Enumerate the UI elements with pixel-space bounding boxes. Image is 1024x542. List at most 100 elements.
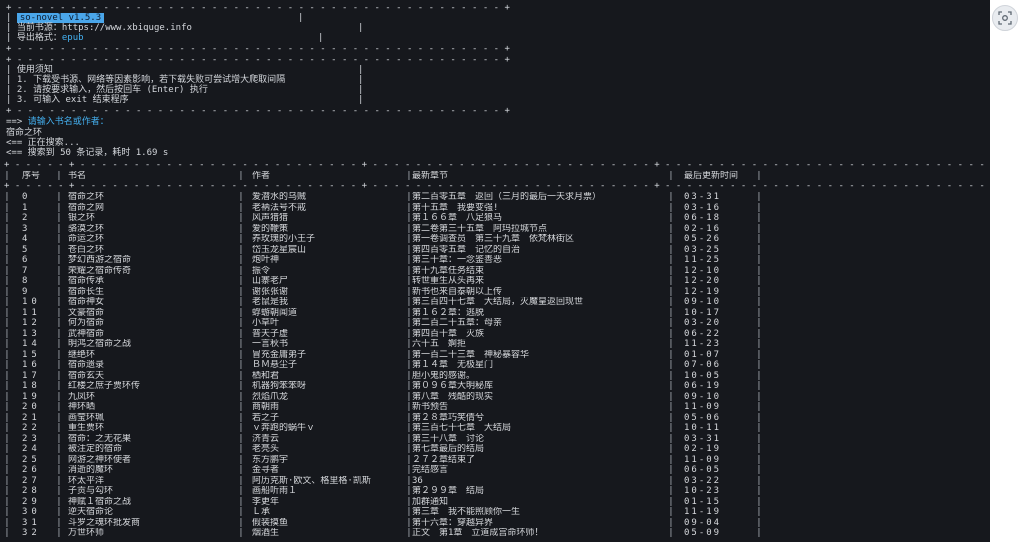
row-author: 烈焰爪龙 [252,391,289,402]
prompt-input[interactable]: 宿命之环 [6,128,42,138]
row-author: 济青云 [252,433,280,444]
row-updated: 05-09 [684,528,722,538]
format-label: 导出格式： [16,33,62,43]
table-row: | 17 | 宿命玄天 | 栖和君 | 胆小鬼的感谢。 | 10-05 | [4,370,762,381]
table-row: | 30 | 逆天宿命论 | Ｌ承 | 第三章 我不能照顾你一生 | 11-19 | [4,507,762,517]
table-row: | 20 | 神环晒 | 商朝雨 | 新书预告 | 11-09 | [4,402,762,412]
row-updated: 02-19 [684,444,722,454]
row-chapter: 第一卷调查员 第三十九章 依梵林街区 [412,234,575,244]
row-updated: 10-23 [684,486,722,496]
row-updated: 03-25 [684,244,722,255]
table-row: | 1 | 宿命之网 | 老衲法号不戒 | 第十五章 我要变强! | 03-16 | [4,202,762,213]
row-author: 风声猎猎 [252,213,289,223]
row-author: 栖和君 [252,370,280,381]
row-author: 机器狗笨笨呀 [252,381,307,391]
notice-item: | 1. 下载受书源、网络等因素影响，若下载失败可尝试增大爬取间隔 | [6,75,364,85]
row-author: 假装摸鱼 [252,517,289,528]
row-book: 画莹环珮 [68,412,105,423]
row-updated: 11-09 [684,402,722,412]
row-author: 谢张张谢 [252,286,289,297]
row-index: 17 [22,370,41,381]
table-row: | 23 | 宿命：之无花果 | 济青云 | 第三十八章 讨论 | 03-31 | [4,433,762,444]
row-author: 爱潜水的乌贼 [252,192,307,202]
row-updated: 11-25 [684,255,722,265]
row-author: 山寨老尸 [252,276,289,286]
row-updated: 06-18 [684,213,722,223]
row-book: 宿命之环 [68,192,105,202]
notice-title-line: | 使用须知 | [6,65,364,75]
row-book: 命运之环 [68,234,105,244]
notice-box-bottom: + - - - - - - - - - - - - - - - - - - - … [6,106,510,116]
header-box-bottom: + - - - - - - - - - - - - - - - - - - - … [6,44,510,54]
row-book: 宿命神女 [68,297,105,307]
row-index: 2 [22,213,32,223]
searching-status: <== 正在搜索... [6,138,80,148]
row-chapter: 第四百零五章 记忆的自治 [412,244,521,255]
row-chapter: 第二百零五章 返回（三月的最后一天求月票） [412,192,602,202]
row-index: 4 [22,234,32,244]
row-book: 神环晒 [68,402,96,412]
table-row: | 13 | 武神宿命 | 普天子虚 | 第四百十章 灭族 | 06-22 | [4,328,762,339]
row-updated: 03-31 [684,192,722,202]
notice-box-top: + - - - - - - - - - - - - - - - - - - - … [6,55,510,65]
row-author: 蜉蝣朝闻道 [252,307,298,318]
row-updated: 09-04 [684,517,722,528]
table-row: | 24 | 被注定的宿命 | 老亮头 | 第七章最后的结局 | 02-19 | [4,444,762,454]
table-row: | 19 | 九凤环 | 烈焰爪龙 | 第八章 残酷的现实 | 09-10 | [4,391,762,402]
row-updated: 06-19 [684,381,722,391]
row-author: 若之子 [252,412,280,423]
row-author: 冒充金庸弟子 [252,349,307,360]
source-url: https://www.xbiquge.info [61,23,192,33]
notice-item: | 2. 请按要求输入，然后按回车 (Enter) 执行 | [6,85,364,95]
terminal-window: + - - - - - - - - - - - - - - - - - - - … [0,0,990,542]
row-updated: 09-10 [684,391,722,402]
table-row: | 14 | 明鸿之宿命之战 | 一言秋书 | 六十五 婀拒 | 11-23 | [4,339,762,349]
search-result-status: <== 搜索到 50 条记录，耗时 1.69 s [6,148,169,158]
row-index: 6 [22,255,32,265]
row-chapter: 第十九章任务结束 [412,265,485,276]
row-book: 万世环师 [68,528,105,538]
table-row: | 27 | 环太平洋 | 阿历克斯·欧文、格里格·凯斯 | 36 | 03-22 | [4,475,762,486]
row-updated: 11-23 [684,339,722,349]
row-book: 文豪宿命 [68,307,105,318]
row-index: 30 [22,507,41,517]
row-book: 被注定的宿命 [68,444,123,454]
row-updated: 07-06 [684,360,722,370]
row-book: 荣耀之宿命传奇 [68,265,132,276]
row-updated: 09-10 [684,297,722,307]
row-updated: 06-22 [684,328,722,339]
row-author: 金寻者 [252,465,280,475]
row-index: 11 [22,307,41,318]
source-label: 当前书源： [16,23,62,33]
notice-title: 使用须知 [16,65,53,75]
table-row: | 2 | 银之环 | 风声猎猎 | 第１６６章 八足狼马 | 06-18 | [4,213,762,223]
row-updated: 03-31 [684,433,722,444]
row-index: 3 [22,223,32,234]
row-book: 神赋１宿命之战 [68,496,132,507]
row-index: 21 [22,412,41,423]
table-border-mid: + - - - - - + - - - - - - - - - - - - - … [4,181,985,191]
row-chapter: 第一百二十三章 神秘暴容华 [412,349,530,360]
row-index: 23 [22,433,41,444]
table-row: | 22 | 重生贾环 | ｖ奔跑的蜗牛ｖ | 第三百七十七章 大结局 | 10-11 | [4,423,762,433]
row-chapter: 第三十八章 讨论 [412,433,485,444]
row-index: 8 [22,276,32,286]
row-author: 烟酒生 [252,528,280,538]
row-chapter: 36 [412,475,423,486]
table-row: | 11 | 文豪宿命 | 蜉蝣朝闻道 | 第１６２章：逃脱 | 10-17 | [4,307,762,318]
lens-scan-button[interactable] [992,5,1018,31]
header-updated: 最后更新时间 [684,171,739,181]
row-chapter: 第二卷第三十五章 阿玛拉城节点 [412,223,548,234]
row-chapter: 第０９６章大明秘库 [412,381,494,391]
header-line-format: | 导出格式：epub | [6,33,324,43]
row-author: 东方鹏宇 [252,454,289,465]
row-updated: 12-19 [684,286,722,297]
prompt-text: 请输入书名或作者： [27,117,109,127]
table-row: | 10 | 宿命神女 | 老鼠是我 | 第三百四十七章 大结局，灭魔皇返回现世 | 09-10 | [4,297,762,307]
app-version: so-novel v1.5.3 [16,13,105,23]
row-updated: 03-16 [684,202,722,213]
row-book: 红楼之庶子贾环传 [68,381,141,391]
row-author: 老鼠是我 [252,297,289,307]
row-chapter: 第１６２章：逃脱 [412,307,485,318]
row-author: 岱玉龙星宸山 [252,244,307,255]
